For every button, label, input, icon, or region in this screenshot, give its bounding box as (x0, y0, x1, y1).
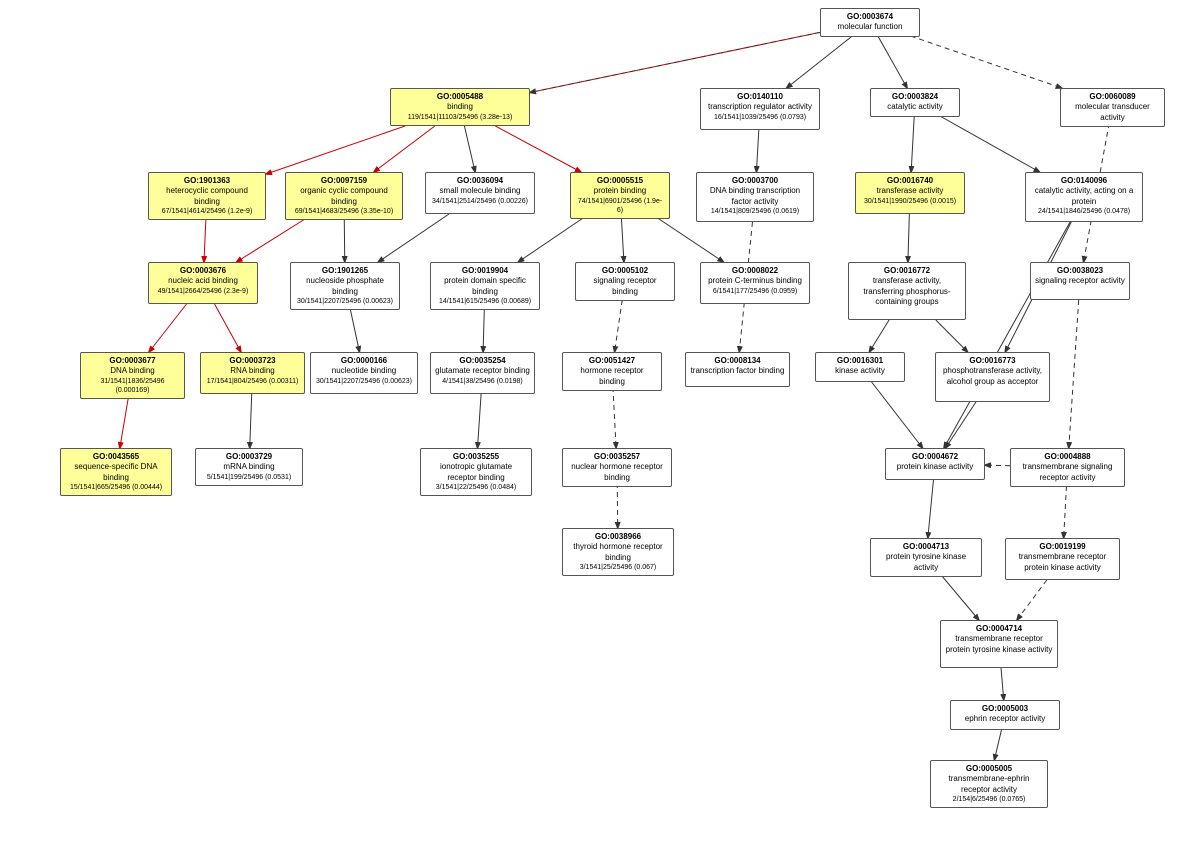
node-GO:1901265: GO:1901265nucleoside phosphate binding30… (290, 262, 400, 310)
node-GO:0003677: GO:0003677DNA binding31/1541|1836/25496 … (80, 352, 185, 399)
node-GO:0004714: GO:0004714transmembrane receptor protein… (940, 620, 1058, 668)
node-GO:0016772: GO:0016772transferase activity, transfer… (848, 262, 966, 320)
node-GO:0004672: GO:0004672protein kinase activity (885, 448, 985, 480)
node-GO:0016301: GO:0016301kinase activity (815, 352, 905, 382)
node-GO:0036094: GO:0036094small molecule binding34/1541|… (425, 172, 535, 214)
graph-container: GO:0003674molecular function GO:0005488bi… (0, 0, 1200, 847)
node-GO:0005515: GO:0005515protein binding74/1541|6901/25… (570, 172, 670, 219)
node-GO:0008022: GO:0008022protein C-terminus binding6/15… (700, 262, 810, 304)
node-GO:0003723: GO:0003723RNA binding17/1541|804/25496 (… (200, 352, 305, 394)
node-GO:0035254: GO:0035254glutamate receptor binding4/15… (430, 352, 535, 394)
node-GO:0003700: GO:0003700DNA binding transcription fact… (696, 172, 814, 222)
node-GO:0005005: GO:0005005transmembrane-ephrin receptor … (930, 760, 1048, 808)
node-GO:0035255: GO:0035255ionotropic glutamate receptor … (420, 448, 532, 496)
node-GO:0035257: GO:0035257nuclear hormone receptor bindi… (562, 448, 672, 487)
node-GO:0000166: GO:0000166nucleotide binding30/1541|2207… (310, 352, 418, 394)
node-GO:0038966: GO:0038966thyroid hormone receptor bindi… (562, 528, 674, 576)
node-GO:0003674: GO:0003674molecular function (820, 8, 920, 37)
node-GO:0004888: GO:0004888transmembrane signaling recept… (1010, 448, 1125, 487)
node-GO:0003824: GO:0003824catalytic activity (870, 88, 960, 117)
node-GO:0038023: GO:0038023signaling receptor activity (1030, 262, 1130, 300)
node-GO:0005102: GO:0005102signaling receptor binding (575, 262, 675, 301)
node-GO:0060089: GO:0060089molecular transducer activity (1060, 88, 1165, 127)
node-GO:0140110: GO:0140110transcription regulator activi… (700, 88, 820, 130)
node-GO:0003676: GO:0003676nucleic acid binding49/1541|26… (148, 262, 258, 304)
node-GO:0005488: GO:0005488binding119/1541|11103/25496 (3… (390, 88, 530, 126)
node-GO:0005003: GO:0005003ephrin receptor activity (950, 700, 1060, 730)
node-GO:0016773: GO:0016773phosphotransferase activity, a… (935, 352, 1050, 402)
node-GO:0140096: GO:0140096catalytic activity, acting on … (1025, 172, 1143, 222)
node-GO:0004713: GO:0004713protein tyrosine kinase activi… (870, 538, 982, 577)
node-GO:0019199: GO:0019199transmembrane receptor protein… (1005, 538, 1120, 580)
node-GO:0019904: GO:0019904protein domain specific bindin… (430, 262, 540, 310)
node-GO:1901363: GO:1901363heterocyclic compound binding6… (148, 172, 266, 220)
node-GO:0043565: GO:0043565sequence-specific DNA binding1… (60, 448, 172, 496)
node-GO:0097159: GO:0097159organic cyclic compound bindin… (285, 172, 403, 220)
node-GO:0008134: GO:0008134transcription factor binding (685, 352, 790, 387)
node-GO:0051427: GO:0051427hormone receptor binding (562, 352, 662, 391)
node-GO:0003729: GO:0003729mRNA binding5/1541|199/25496 (… (195, 448, 303, 486)
node-GO:0016740: GO:0016740transferase activity30/1541|19… (855, 172, 965, 214)
